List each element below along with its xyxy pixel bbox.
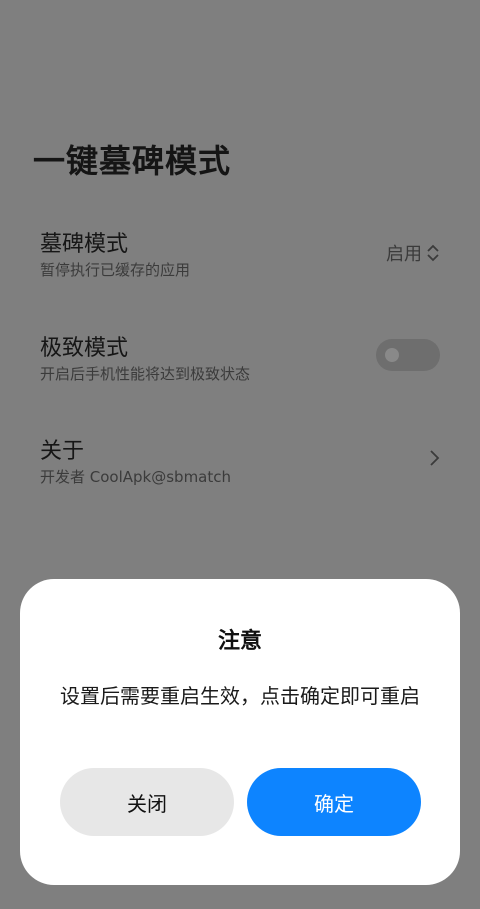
setting-title: 墓碑模式: [40, 232, 129, 257]
setting-extreme-mode[interactable]: 极致模式 开启后手机性能将达到极致状态: [40, 330, 440, 390]
setting-about[interactable]: 关于 开发者 CoolApk@sbmatch: [40, 433, 440, 493]
chevron-right-icon: [430, 450, 440, 466]
chevron-up-down-icon: [427, 244, 439, 262]
setting-subtitle: 开启后手机性能将达到极致状态: [40, 365, 251, 383]
setting-subtitle: 暂停执行已缓存的应用: [40, 261, 191, 279]
restart-dialog: 注意 设置后需要重启生效，点击确定即可重启 关闭 确定: [20, 579, 460, 885]
close-button[interactable]: 关闭: [60, 768, 234, 836]
setting-title: 极致模式: [40, 336, 129, 361]
dialog-message: 设置后需要重启生效，点击确定即可重启: [60, 684, 420, 708]
toggle-knob: [385, 348, 399, 362]
setting-tombstone-mode[interactable]: 墓碑模式 暂停执行已缓存的应用 启用: [40, 226, 440, 286]
dialog-title: 注意: [217, 629, 262, 654]
setting-title: 关于: [40, 439, 85, 464]
mode-selector[interactable]: 启用: [386, 240, 440, 266]
selector-value: 启用: [386, 244, 422, 265]
confirm-button[interactable]: 确定: [247, 768, 421, 836]
page-title: 一键墓碑模式: [33, 142, 232, 180]
extreme-mode-toggle[interactable]: [376, 339, 440, 371]
setting-subtitle: 开发者 CoolApk@sbmatch: [40, 468, 232, 486]
